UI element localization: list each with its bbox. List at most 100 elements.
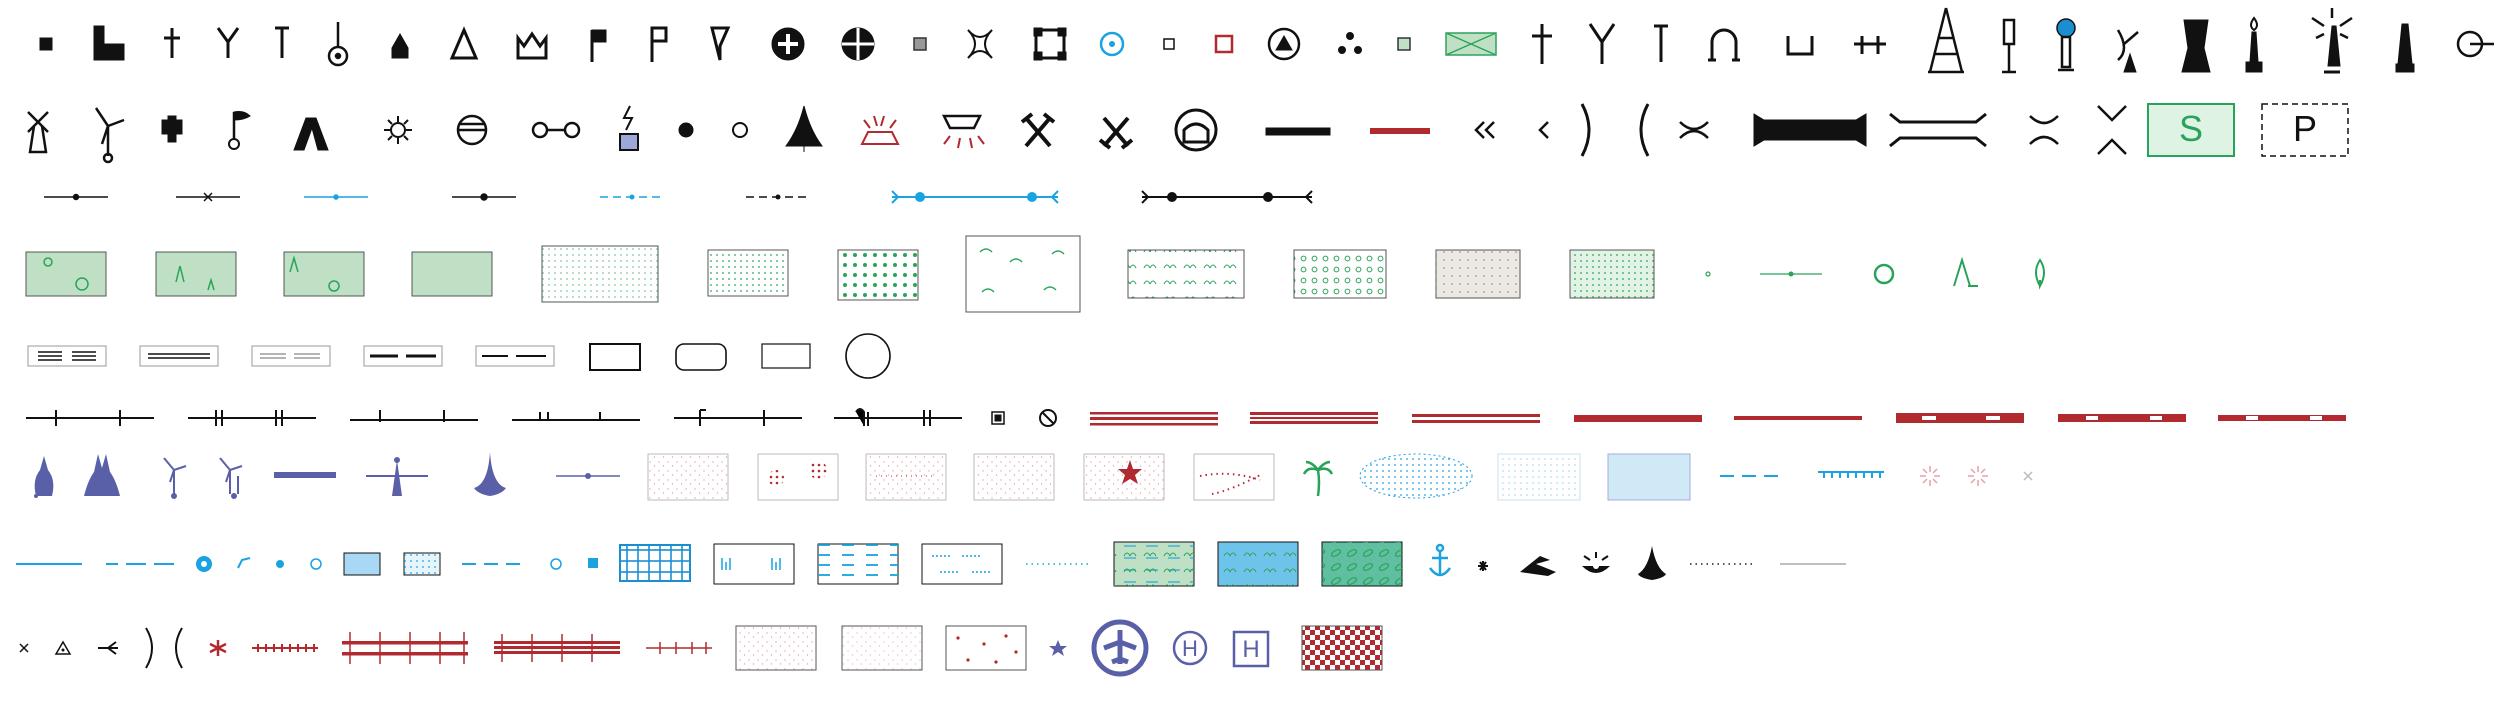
red-rail-fence — [494, 634, 620, 662]
flag-circle-icon — [228, 111, 251, 150]
pink-scatter-area — [973, 453, 1055, 501]
line-dot-black-2 — [452, 193, 516, 201]
triangle-dot-icon — [54, 640, 72, 655]
bracket-left-icon — [1639, 103, 1650, 157]
pink-burst-icon — [1968, 466, 1988, 486]
sun-gear-icon — [384, 116, 412, 144]
green-triangle-icon — [1953, 256, 1978, 287]
road-dash-medium — [475, 345, 555, 367]
navy-peak-icon — [34, 456, 54, 496]
gray-square-icon — [913, 37, 927, 51]
red-tick-line — [252, 644, 318, 652]
wind-turbine-icon — [94, 107, 125, 164]
fork-symbol-icon — [216, 27, 240, 58]
chimney-flame-icon — [2245, 16, 2263, 73]
rail-double-tick — [188, 410, 316, 426]
red-star-area — [1083, 453, 1165, 501]
chain-link-icon — [531, 121, 581, 139]
cooling-tower-icon — [2181, 19, 2211, 73]
red-dotted-lines-area — [1193, 453, 1275, 501]
dashed-cyan-line — [600, 194, 664, 200]
red-rail-thick — [1250, 412, 1378, 424]
flag-outline-icon — [650, 26, 668, 62]
bridge-filled-icon — [1753, 113, 1867, 147]
navy-double-peak-icon — [84, 454, 120, 496]
danger-rock-icon — [1582, 552, 1610, 573]
map-legend-sheet: S P H H — [16, 7, 2494, 677]
satellite-dish-icon — [2116, 29, 2139, 73]
gray-dots-area — [1435, 249, 1521, 299]
tower-icon — [2395, 23, 2415, 73]
light-blue-area — [1607, 453, 1691, 501]
circle-cross-icon — [771, 27, 805, 61]
leaf-marsh-area — [1321, 541, 1403, 587]
circle-outline-icon — [845, 333, 891, 379]
red-speck-area — [865, 453, 947, 501]
bell-peak-icon — [785, 105, 823, 152]
no-entry-circle-icon — [1039, 409, 1057, 427]
p-symbol-label: P — [2293, 108, 2317, 149]
marsh-tick-area — [713, 543, 795, 585]
orchard-area — [1293, 249, 1387, 299]
rect-outline-icon — [589, 343, 641, 371]
lighthouse-icon — [2311, 8, 2353, 74]
memorial-ring-icon — [327, 22, 349, 67]
heliport-circle-icon: H — [1172, 630, 1208, 666]
gray-x-icon — [2023, 471, 2033, 481]
line-cross-black — [176, 192, 240, 202]
terrain-row-7 — [34, 452, 2033, 501]
misc-row-9: H H — [19, 619, 1383, 677]
navy-peak-dot-icon — [34, 494, 38, 498]
airport-icon — [1091, 619, 1149, 677]
green-circle-icon — [1873, 263, 1895, 285]
triangle-peak-icon — [449, 26, 479, 60]
cyan-comb-line — [1818, 471, 1884, 478]
cyan-dots-box — [403, 552, 441, 576]
embankment-icon — [293, 117, 329, 151]
large-t-post-icon — [1654, 24, 1668, 62]
cyan-dotted-area — [1497, 453, 1581, 501]
bracket-right-icon — [1580, 103, 1591, 157]
bridge-outline-icon — [1889, 112, 1987, 148]
frame-corners-icon — [1033, 27, 1067, 61]
circle-bar-h-icon — [456, 114, 488, 146]
road-dash-thick — [363, 345, 443, 367]
red-rail-triple — [1090, 412, 1218, 426]
pink-speck-box — [735, 625, 817, 671]
pink-star-burst-icon — [1920, 466, 1940, 486]
red-rail-gapped — [1896, 413, 2024, 423]
rail-flag-ticks — [674, 409, 802, 426]
navy-double-turbine-icon — [219, 457, 243, 499]
cyan-dot-icon — [276, 560, 284, 568]
red-dots-area — [757, 453, 839, 501]
church-icon — [391, 32, 409, 59]
cross-monument-icon — [164, 28, 180, 58]
red-rail-double — [1412, 414, 1540, 423]
cyan-span-line — [891, 190, 1059, 204]
t-post-icon — [275, 26, 289, 58]
large-fork-icon — [1588, 23, 1616, 64]
cyan-ring-icon-2 — [550, 558, 562, 570]
concave-square-icon — [967, 29, 993, 59]
blue-grid-area — [619, 544, 691, 582]
navy-thick-line-icon — [274, 472, 336, 478]
point-symbols-row-2: S P — [27, 103, 2349, 164]
navy-turbine-icon — [163, 457, 187, 499]
narrows-icon — [1679, 121, 1709, 139]
green-square-icon — [1397, 37, 1411, 51]
black-span-line — [1141, 190, 1313, 204]
black-peak-icon — [1638, 546, 1666, 580]
filled-dot-icon — [678, 122, 694, 138]
double-post-icon — [1854, 36, 1886, 54]
junction-icon — [98, 641, 118, 655]
pass-icon — [2029, 115, 2059, 145]
navy-line-dot-icon — [556, 473, 620, 479]
world-heritage-icon — [1174, 108, 1218, 152]
cyan-square-icon — [588, 558, 598, 568]
three-dots-icon — [1338, 32, 1362, 54]
p-symbol-box: P — [2261, 103, 2349, 157]
grass-area — [1127, 249, 1245, 299]
red-cross-line — [646, 642, 712, 654]
green-area-triangles — [155, 251, 237, 297]
palm-area — [965, 235, 1081, 313]
